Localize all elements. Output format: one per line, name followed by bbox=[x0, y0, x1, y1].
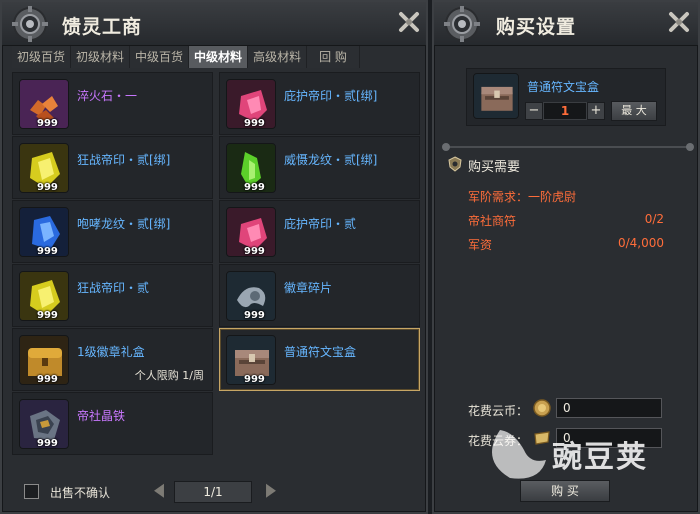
section-divider bbox=[446, 146, 690, 148]
coin-cost-field: 0 bbox=[556, 398, 662, 418]
requirement-row: 军阶需求：一阶虎尉 bbox=[468, 188, 664, 205]
watermark-text: 豌豆荚 bbox=[552, 440, 648, 475]
item-name: 狂战帝印・贰 bbox=[77, 281, 150, 295]
purchase-title: 购买设置 bbox=[496, 16, 577, 38]
shield-icon bbox=[448, 156, 462, 172]
requirement-row: 帝社商符 0/2 bbox=[468, 212, 664, 229]
shop-item[interactable]: 999 庇护帝印・贰[绑] bbox=[219, 72, 420, 135]
tab-mid-materials[interactable]: 中级材料 bbox=[189, 46, 249, 68]
item-count: 999 bbox=[244, 310, 265, 321]
tab-mid-goods[interactable]: 中级百货 bbox=[130, 46, 190, 68]
requirement-label: 军资 bbox=[468, 238, 493, 252]
divider-end bbox=[442, 143, 450, 151]
gear-icon bbox=[12, 6, 48, 42]
max-quantity-button[interactable]: 最 大 bbox=[611, 101, 657, 121]
requirement-value: 0/4,000 bbox=[617, 236, 664, 250]
shop-item[interactable]: 999 威慑龙纹・贰[绑] bbox=[219, 136, 420, 199]
selected-item-card: 普通符文宝盒 − 1 + 最 大 bbox=[466, 68, 666, 126]
shop-item[interactable]: 999 淬火石・一 bbox=[12, 72, 213, 135]
shop-title-bar: 馈灵工商 bbox=[2, 2, 426, 46]
prev-page-icon[interactable]: ◀ bbox=[154, 480, 164, 501]
shop-item[interactable]: 999 咆哮龙纹・贰[绑] bbox=[12, 200, 213, 263]
item-name: 徽章碎片 bbox=[284, 281, 333, 295]
category-tabs: 初级百货 初级材料 中级百货 中级材料 高级材料 回 购 bbox=[12, 46, 360, 68]
item-name: 庇护帝印・贰 bbox=[284, 217, 357, 231]
gear-icon bbox=[444, 6, 480, 42]
item-count: 999 bbox=[37, 246, 58, 257]
shop-item[interactable]: 999 1级徽章礼盒 个人限购 1/周 bbox=[12, 328, 213, 391]
tab-basic-goods[interactable]: 初级百货 bbox=[12, 46, 72, 68]
item-count: 999 bbox=[244, 374, 265, 385]
requirements-title: 购买需要 bbox=[468, 160, 521, 175]
item-name: 威慑龙纹・贰[绑] bbox=[284, 153, 378, 167]
requirement-value: 0/2 bbox=[644, 212, 664, 226]
requirement-label: 帝社商符 bbox=[468, 214, 517, 228]
shop-item[interactable]: 999 徽章碎片 bbox=[219, 264, 420, 327]
item-count: 999 bbox=[37, 118, 58, 129]
item-name: 1级徽章礼盒 bbox=[77, 345, 145, 359]
item-count: 999 bbox=[244, 246, 265, 257]
selected-item-name: 普通符文宝盒 bbox=[527, 80, 600, 94]
item-name: 淬火石・一 bbox=[77, 89, 138, 103]
shop-item[interactable]: 999 狂战帝印・贰 bbox=[12, 264, 213, 327]
close-icon[interactable] bbox=[668, 11, 690, 33]
shop-item-selected[interactable]: 999 普通符文宝盒 bbox=[219, 328, 420, 391]
no-confirm-label: 出售不确认 bbox=[50, 486, 111, 500]
item-count: 999 bbox=[37, 438, 58, 449]
requirement-label: 军阶需求：一阶虎尉 bbox=[468, 190, 577, 204]
item-name: 狂战帝印・贰[绑] bbox=[77, 153, 171, 167]
quantity-decrease-button[interactable]: − bbox=[525, 102, 543, 120]
rune-box-icon bbox=[473, 73, 519, 119]
item-name: 帝社晶铁 bbox=[77, 409, 126, 423]
item-name: 咆哮龙纹・贰[绑] bbox=[77, 217, 171, 231]
item-count: 999 bbox=[244, 118, 265, 129]
quantity-input[interactable]: 1 bbox=[543, 102, 587, 120]
requirement-row: 军资 0/4,000 bbox=[468, 236, 664, 253]
tab-buyback[interactable]: 回 购 bbox=[307, 46, 360, 68]
tab-basic-materials[interactable]: 初级材料 bbox=[71, 46, 131, 68]
divider-end bbox=[686, 143, 694, 151]
item-name: 庇护帝印・贰[绑] bbox=[284, 89, 378, 103]
quantity-increase-button[interactable]: + bbox=[587, 102, 605, 120]
page-indicator: 1/1 bbox=[174, 481, 252, 503]
shop-footer: 出售不确认 ◀ 1/1 ▶ bbox=[12, 480, 422, 504]
item-count: 999 bbox=[244, 182, 265, 193]
purchase-limit-note: 个人限购 1/周 bbox=[134, 369, 204, 382]
item-count: 999 bbox=[37, 374, 58, 385]
shop-item[interactable]: 999 帝社晶铁 bbox=[12, 392, 213, 455]
item-count: 999 bbox=[37, 182, 58, 193]
purchase-title-bar: 购买设置 bbox=[434, 2, 698, 46]
tab-advanced-materials[interactable]: 高级材料 bbox=[248, 46, 308, 68]
shop-item[interactable]: 999 庇护帝印・贰 bbox=[219, 200, 420, 263]
shop-title: 馈灵工商 bbox=[62, 16, 143, 38]
cost-label: 花费云币： bbox=[468, 404, 529, 418]
close-icon[interactable] bbox=[398, 11, 420, 33]
coin-icon bbox=[533, 399, 551, 417]
next-page-icon[interactable]: ▶ bbox=[266, 480, 276, 501]
shop-item[interactable]: 999 狂战帝印・贰[绑] bbox=[12, 136, 213, 199]
item-name: 普通符文宝盒 bbox=[284, 345, 357, 359]
item-grid: 999 淬火石・一 999 庇护帝印・贰[绑] 999 狂战帝印・贰[绑] 99… bbox=[12, 72, 422, 455]
shop-panel: 馈灵工商 初级百货 初级材料 中级百货 中级材料 高级材料 回 购 999 淬火… bbox=[0, 0, 428, 514]
empty-slot bbox=[219, 392, 420, 455]
item-count: 999 bbox=[37, 310, 58, 321]
no-confirm-checkbox[interactable] bbox=[24, 484, 39, 499]
